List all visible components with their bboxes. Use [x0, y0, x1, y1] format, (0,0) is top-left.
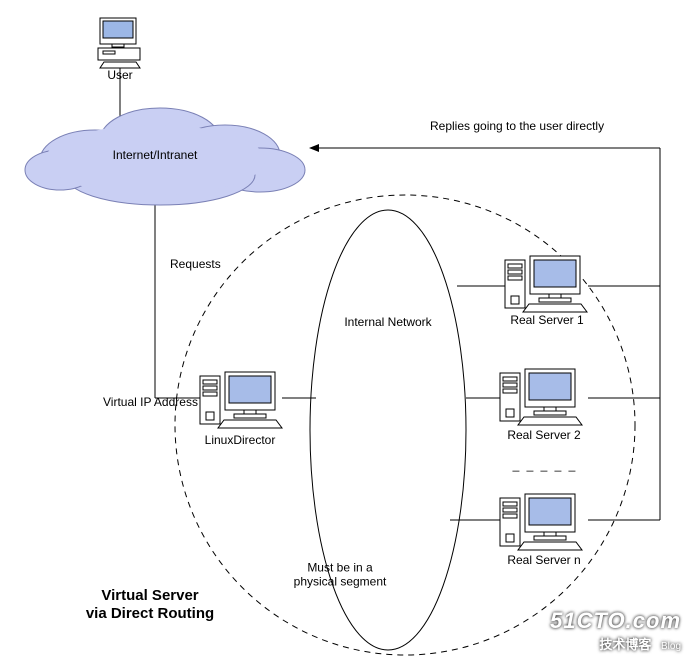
segment-note: Must be in aphysical segment — [280, 561, 400, 590]
real-server-1-label: Real Server 1 — [510, 313, 583, 327]
title-line-2: via Direct Routing — [86, 605, 214, 622]
servers-ellipsis: _ _ _ _ _ — [513, 458, 578, 472]
vip-label: Virtual IP Address — [103, 395, 198, 409]
watermark-sub: 技术博客 — [599, 637, 651, 652]
replies-label: Replies going to the user directly — [430, 119, 604, 133]
director-label: LinuxDirector — [205, 433, 276, 447]
watermark-tag: Blog — [661, 641, 681, 652]
real-server-n-label: Real Server n — [507, 553, 580, 567]
user-label: User — [107, 68, 132, 82]
watermark: 51CTO.com 技术博客 Blog — [550, 608, 681, 653]
requests-label: Requests — [170, 257, 221, 271]
internal-network-label: Internal Network — [344, 315, 431, 329]
watermark-main: 51CTO.com — [550, 608, 681, 634]
title-line-1: Virtual Server — [101, 587, 198, 604]
cloud-label: Internet/Intranet — [113, 148, 198, 162]
diagram-title: Virtual Server via Direct Routing — [50, 587, 250, 623]
real-server-2-label: Real Server 2 — [507, 428, 580, 442]
